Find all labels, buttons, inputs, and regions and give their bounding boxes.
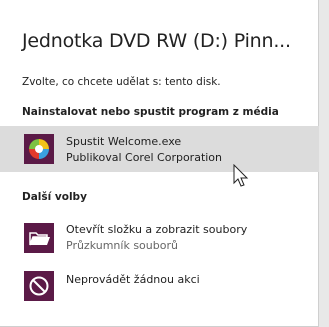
- corel-app-icon: [24, 134, 54, 164]
- dialog-subtitle: Zvolte, co chcete udělat s: tento disk.: [22, 76, 221, 88]
- no-action-icon: [24, 271, 54, 301]
- option-open-folder[interactable]: Otevřít složku a zobrazit soubory Průzku…: [0, 216, 319, 260]
- option-primary-label: Otevřít složku a zobrazit soubory: [66, 223, 248, 236]
- section-header-install-run: Nainstalovat nebo spustit program z médi…: [22, 106, 279, 118]
- section-header-other: Další volby: [22, 191, 87, 203]
- option-secondary-label: Publikoval Corel Corporation: [66, 151, 223, 164]
- option-secondary-label: Průzkumník souborů: [66, 239, 178, 252]
- option-no-action[interactable]: Neprovádět žádnou akci: [0, 262, 319, 302]
- folder-open-icon: [24, 223, 54, 253]
- option-run-welcome-text: Spustit Welcome.exe Publikoval Corel Cor…: [66, 134, 222, 166]
- background-strip: [319, 0, 329, 327]
- option-no-action-text: Neprovádět žádnou akci: [66, 272, 200, 288]
- option-open-folder-text: Otevřít složku a zobrazit soubory Průzku…: [66, 222, 247, 254]
- option-run-welcome[interactable]: Spustit Welcome.exe Publikoval Corel Cor…: [0, 126, 319, 172]
- option-primary-label: Neprovádět žádnou akci: [66, 273, 200, 286]
- dialog-title: Jednotka DVD RW (D:) Pinn...: [22, 30, 291, 52]
- option-primary-label: Spustit Welcome.exe: [66, 135, 182, 148]
- mouse-pointer-icon: [233, 164, 249, 187]
- autoplay-dialog: Jednotka DVD RW (D:) Pinn... Zvolte, co …: [0, 0, 319, 327]
